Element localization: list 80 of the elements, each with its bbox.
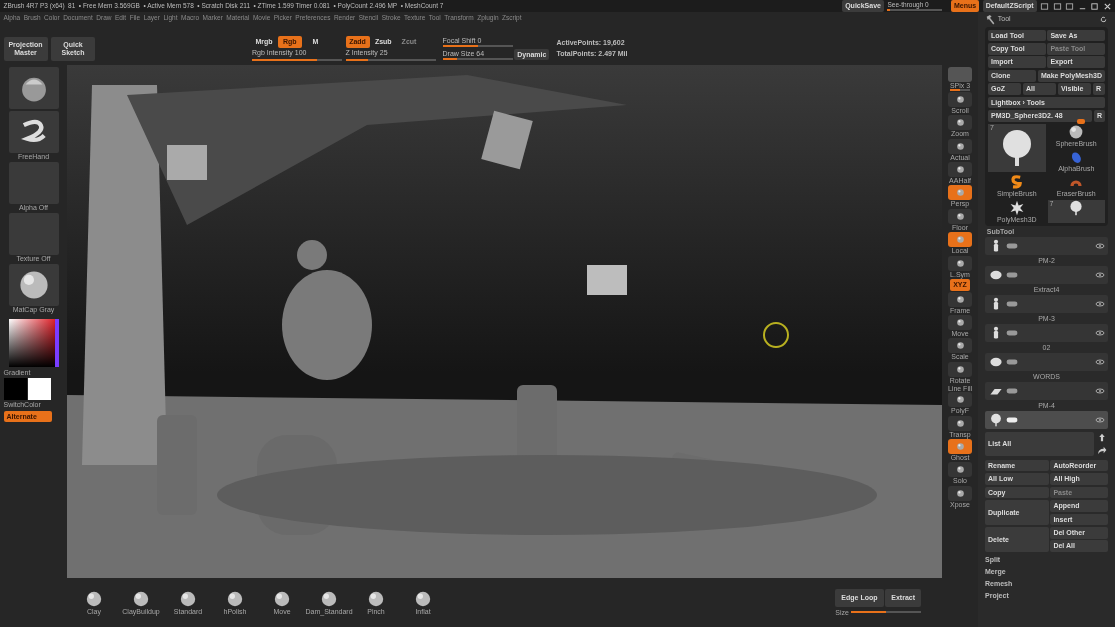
sphere-icon <box>954 210 966 222</box>
slider-track[interactable] <box>345 59 436 62</box>
eye-icon[interactable] <box>1094 414 1105 425</box>
viewport-tool-button[interactable] <box>948 208 972 224</box>
subtool-row[interactable] <box>985 294 1108 313</box>
slider-track[interactable] <box>887 8 943 11</box>
viewport-tool-button[interactable] <box>948 438 972 454</box>
slider-track[interactable] <box>442 44 513 47</box>
sphere-icon <box>954 257 966 269</box>
eye-icon[interactable] <box>1094 298 1105 309</box>
sphere-icon <box>954 187 966 199</box>
thumbnail-slot[interactable] <box>8 263 59 306</box>
viewport-tool-button[interactable] <box>948 115 972 131</box>
eye-icon[interactable] <box>1094 269 1105 280</box>
main-color-swatch[interactable] <box>3 377 27 400</box>
viewport-tool-button[interactable] <box>948 415 972 431</box>
sphere-icon <box>954 293 966 305</box>
sphere-icon[interactable] <box>85 589 103 608</box>
slider-thumb[interactable] <box>1076 118 1085 124</box>
tree-icon <box>1068 199 1085 216</box>
sphere-icon <box>1068 123 1085 140</box>
sphere-icon <box>954 440 966 452</box>
sphere-icon <box>954 340 966 352</box>
slider-track[interactable] <box>850 611 921 614</box>
sphere-icon <box>954 464 966 476</box>
sphere-icon[interactable] <box>226 589 244 608</box>
viewport-tool-button[interactable] <box>948 338 972 354</box>
sphere-icon <box>954 94 966 106</box>
subtool-row[interactable] <box>985 381 1108 400</box>
sphere-icon <box>954 363 966 375</box>
sphere-icon <box>954 234 966 246</box>
turn-arrow-icon[interactable] <box>1096 445 1108 457</box>
sphere-icon[interactable] <box>367 589 385 608</box>
sphere-icon <box>954 316 966 328</box>
sphere-icon <box>954 417 966 429</box>
eye-icon[interactable] <box>1094 356 1105 367</box>
eye-icon[interactable] <box>1094 385 1105 396</box>
color-picker[interactable] <box>8 318 59 367</box>
viewport-tool-button[interactable] <box>948 92 972 108</box>
restore-icon[interactable] <box>1090 1 1099 11</box>
slider-track[interactable] <box>950 89 970 92</box>
viewport-tool-button[interactable] <box>948 392 972 408</box>
viewport-tool-button[interactable] <box>948 162 972 178</box>
subtool-row[interactable] <box>985 352 1108 371</box>
subtool-row[interactable] <box>985 236 1108 255</box>
eye-icon[interactable] <box>1094 240 1105 251</box>
refresh-icon[interactable] <box>1099 14 1108 24</box>
sphere-icon[interactable] <box>132 589 150 608</box>
sphere-icon <box>954 140 966 152</box>
star-icon <box>1008 199 1025 216</box>
sphere-icon <box>954 164 966 176</box>
close-icon[interactable] <box>1102 1 1112 11</box>
viewport-tool-button[interactable] <box>948 462 972 478</box>
viewport-tool-button[interactable] <box>948 361 972 377</box>
hammer-icon <box>985 13 996 25</box>
sphere-icon <box>954 394 966 406</box>
sphere-icon[interactable] <box>320 589 338 608</box>
slider-track[interactable] <box>252 59 342 62</box>
viewport-tool-button[interactable] <box>948 314 972 330</box>
subtool-row[interactable] <box>985 323 1108 342</box>
viewport-tool-button[interactable] <box>948 291 972 307</box>
secondary-color-swatch[interactable] <box>28 377 52 400</box>
slider-track[interactable] <box>442 58 513 61</box>
sphere-icon[interactable] <box>273 589 291 608</box>
sphere-icon <box>954 487 966 499</box>
viewport-tool-button[interactable] <box>948 255 972 271</box>
thumbnail-slot[interactable] <box>8 110 59 153</box>
subtool-row[interactable] <box>985 410 1108 429</box>
subtool-row[interactable] <box>985 265 1108 284</box>
eye-icon[interactable] <box>1094 327 1105 338</box>
thumbnail-slot[interactable] <box>8 66 59 109</box>
viewport-tool-button[interactable] <box>948 185 972 201</box>
sphere-icon[interactable] <box>414 589 432 608</box>
sphere-icon[interactable] <box>179 589 197 608</box>
s-icon <box>1008 174 1025 191</box>
sphere-icon <box>954 117 966 129</box>
viewport-tool-button[interactable] <box>948 232 972 248</box>
viewport-tool-button[interactable] <box>948 138 972 154</box>
tree-icon <box>988 412 1003 427</box>
viewport-tool-button[interactable] <box>948 485 972 501</box>
